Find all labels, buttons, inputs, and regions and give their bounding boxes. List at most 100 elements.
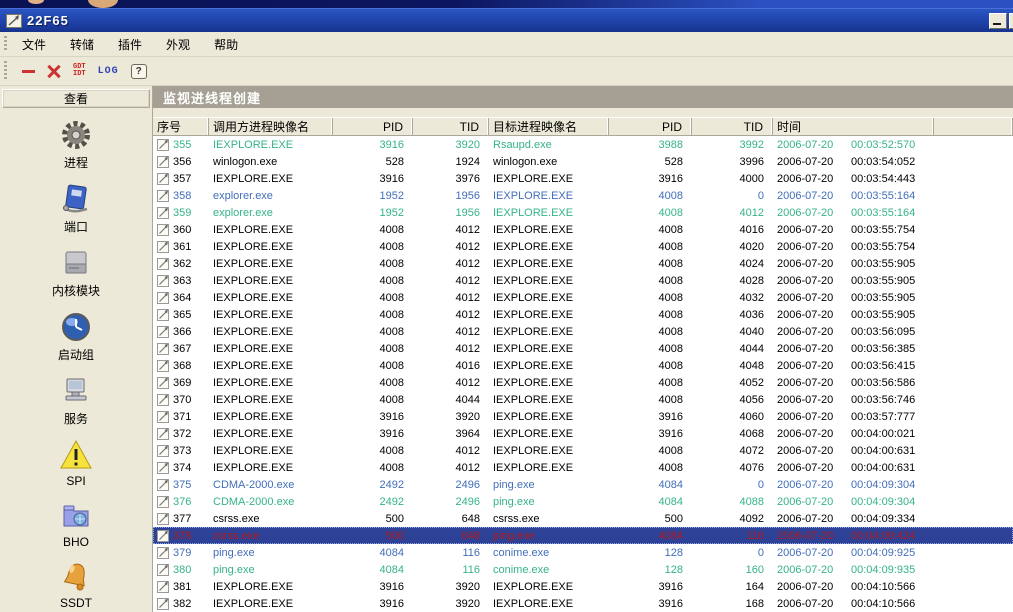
event-icon: [157, 393, 170, 406]
date-value: 2006-07-20: [777, 224, 851, 236]
menu-item-dump[interactable]: 转储: [70, 36, 94, 53]
event-icon: [157, 563, 170, 576]
sidebar-item-startup-group[interactable]: 启动组: [0, 310, 152, 363]
window-title: 22F65: [27, 13, 989, 28]
cell-target-image: IEXPLORE.EXE: [489, 391, 609, 408]
sidebar-item-ssdt[interactable]: SSDT: [0, 560, 152, 610]
cell-caller-pid: 4008: [333, 323, 413, 340]
table-row[interactable]: 364 IEXPLORE.EXE 4008 4012 IEXPLORE.EXE …: [153, 289, 1013, 306]
cell-seq: 360: [153, 221, 209, 238]
cell-target-image: IEXPLORE.EXE: [489, 357, 609, 374]
date-value: 2006-07-20: [777, 190, 851, 202]
cell-caller-tid: 1956: [413, 204, 489, 221]
cell-caller-tid: 648: [413, 510, 489, 527]
table-row[interactable]: 367 IEXPLORE.EXE 4008 4012 IEXPLORE.EXE …: [153, 340, 1013, 357]
table-row[interactable]: 382 IEXPLORE.EXE 3916 3920 IEXPLORE.EXE …: [153, 595, 1013, 612]
table-row[interactable]: 381 IEXPLORE.EXE 3916 3920 IEXPLORE.EXE …: [153, 578, 1013, 595]
maximize-button[interactable]: [1009, 13, 1013, 29]
table-row[interactable]: 374 IEXPLORE.EXE 4008 4012 IEXPLORE.EXE …: [153, 459, 1013, 476]
table-row[interactable]: 380 ping.exe 4084 116 conime.exe 128 160…: [153, 561, 1013, 578]
toolbar-grip[interactable]: [4, 61, 7, 81]
remove-button[interactable]: [22, 70, 35, 73]
table-row[interactable]: 362 IEXPLORE.EXE 4008 4012 IEXPLORE.EXE …: [153, 255, 1013, 272]
column-header-empty[interactable]: [934, 118, 1013, 135]
gdt-idt-button[interactable]: GDT IDT: [73, 64, 86, 78]
table-row[interactable]: 366 IEXPLORE.EXE 4008 4012 IEXPLORE.EXE …: [153, 323, 1013, 340]
table-row[interactable]: 355 IEXPLORE.EXE 3916 3920 Rsaupd.exe 39…: [153, 136, 1013, 153]
table-row[interactable]: 373 IEXPLORE.EXE 4008 4012 IEXPLORE.EXE …: [153, 442, 1013, 459]
cell-target-image: IEXPLORE.EXE: [489, 289, 609, 306]
table-row[interactable]: 371 IEXPLORE.EXE 3916 3920 IEXPLORE.EXE …: [153, 408, 1013, 425]
sidebar-item-kernel-modules[interactable]: 内核模块: [0, 246, 152, 299]
menu-item-plugins[interactable]: 插件: [118, 36, 142, 53]
table-row[interactable]: 379 ping.exe 4084 116 conime.exe 128 0 2…: [153, 544, 1013, 561]
cell-target-pid: 3916: [609, 595, 692, 612]
cell-seq: 372: [153, 425, 209, 442]
minimize-button[interactable]: [989, 13, 1007, 29]
table-row[interactable]: 363 IEXPLORE.EXE 4008 4012 IEXPLORE.EXE …: [153, 272, 1013, 289]
cell-time: 2006-07-20 00:03:55:164: [773, 204, 934, 221]
menu-item-file[interactable]: 文件: [22, 36, 46, 53]
cell-caller-pid: 4008: [333, 442, 413, 459]
cell-time: 2006-07-20 00:03:52:570: [773, 136, 934, 153]
help-button[interactable]: ?: [131, 64, 147, 79]
column-header-caller[interactable]: 调用方进程映像名: [209, 118, 333, 135]
sidebar-header[interactable]: 查看: [2, 89, 150, 108]
cell-caller-image: IEXPLORE.EXE: [209, 357, 333, 374]
seq-value: 370: [173, 394, 191, 406]
column-header-target-tid[interactable]: TID: [692, 118, 773, 135]
background-logo-fragment-small: [28, 0, 44, 4]
cell-target-pid: 4008: [609, 238, 692, 255]
table-row[interactable]: 378 csrss.exe 500 648 ping.exe 4084 116 …: [153, 527, 1013, 544]
event-icon: [157, 461, 170, 474]
seq-value: 381: [173, 581, 191, 593]
table-row[interactable]: 359 explorer.exe 1952 1956 IEXPLORE.EXE …: [153, 204, 1013, 221]
sidebar-item-bho[interactable]: BHO: [0, 499, 152, 549]
table-row[interactable]: 377 csrss.exe 500 648 csrss.exe 500 4092…: [153, 510, 1013, 527]
content-area: 查看 进程 端口 内: [0, 86, 1013, 612]
table-row[interactable]: 376 CDMA-2000.exe 2492 2496 ping.exe 408…: [153, 493, 1013, 510]
menubar-grip[interactable]: [4, 36, 7, 52]
cell-filler: [934, 187, 1013, 204]
table-row[interactable]: 372 IEXPLORE.EXE 3916 3964 IEXPLORE.EXE …: [153, 425, 1013, 442]
warning-triangle-icon: [59, 438, 93, 472]
sidebar-item-ports[interactable]: 端口: [0, 182, 152, 235]
sidebar-item-spi[interactable]: SPI: [0, 438, 152, 488]
table-row[interactable]: 368 IEXPLORE.EXE 4008 4016 IEXPLORE.EXE …: [153, 357, 1013, 374]
table-row[interactable]: 357 IEXPLORE.EXE 3916 3976 IEXPLORE.EXE …: [153, 170, 1013, 187]
table-row[interactable]: 369 IEXPLORE.EXE 4008 4012 IEXPLORE.EXE …: [153, 374, 1013, 391]
column-header-target[interactable]: 目标进程映像名: [489, 118, 609, 135]
cell-caller-tid: 4012: [413, 255, 489, 272]
column-header-caller-pid[interactable]: PID: [333, 118, 413, 135]
table-row[interactable]: 360 IEXPLORE.EXE 4008 4012 IEXPLORE.EXE …: [153, 221, 1013, 238]
cell-target-image: csrss.exe: [489, 510, 609, 527]
cell-time: 2006-07-20 00:04:00:631: [773, 459, 934, 476]
time-value: 00:03:55:754: [851, 224, 915, 236]
column-header-target-pid[interactable]: PID: [609, 118, 692, 135]
delete-button[interactable]: [47, 64, 61, 78]
table-row[interactable]: 365 IEXPLORE.EXE 4008 4012 IEXPLORE.EXE …: [153, 306, 1013, 323]
cell-caller-image: IEXPLORE.EXE: [209, 374, 333, 391]
cell-caller-image: IEXPLORE.EXE: [209, 391, 333, 408]
titlebar[interactable]: 22F65: [0, 8, 1013, 32]
table-row[interactable]: 361 IEXPLORE.EXE 4008 4012 IEXPLORE.EXE …: [153, 238, 1013, 255]
cell-target-pid: 4008: [609, 306, 692, 323]
table-row[interactable]: 358 explorer.exe 1952 1956 IEXPLORE.EXE …: [153, 187, 1013, 204]
sidebar-item-processes[interactable]: 进程: [0, 118, 152, 171]
table-row[interactable]: 370 IEXPLORE.EXE 4008 4044 IEXPLORE.EXE …: [153, 391, 1013, 408]
cell-caller-pid: 2492: [333, 476, 413, 493]
cell-target-image: conime.exe: [489, 544, 609, 561]
cell-caller-pid: 3916: [333, 595, 413, 612]
cell-target-pid: 4008: [609, 459, 692, 476]
log-button[interactable]: LOG: [98, 66, 119, 77]
menu-item-help[interactable]: 帮助: [214, 36, 238, 53]
menu-item-appearance[interactable]: 外观: [166, 36, 190, 53]
cell-caller-image: IEXPLORE.EXE: [209, 170, 333, 187]
column-header-time[interactable]: 时间: [773, 118, 934, 135]
sidebar-item-services[interactable]: 服务: [0, 374, 152, 427]
table-row[interactable]: 356 winlogon.exe 528 1924 winlogon.exe 5…: [153, 153, 1013, 170]
table-row[interactable]: 375 CDMA-2000.exe 2492 2496 ping.exe 408…: [153, 476, 1013, 493]
column-header-caller-tid[interactable]: TID: [413, 118, 489, 135]
column-header-seq[interactable]: 序号: [153, 118, 209, 135]
cell-caller-pid: 4008: [333, 374, 413, 391]
